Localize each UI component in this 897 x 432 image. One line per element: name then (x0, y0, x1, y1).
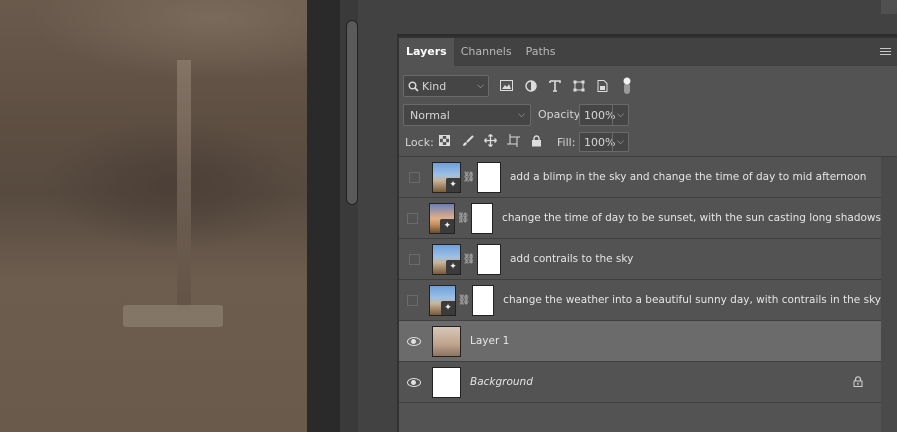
filter-type-layers-icon[interactable] (547, 78, 562, 93)
filter-pixel-layers-icon[interactable] (499, 78, 514, 93)
eye-icon[interactable] (407, 377, 421, 387)
blend-mode-dropdown[interactable]: Normal ⌵ (403, 104, 531, 126)
scrollbar-thumb[interactable] (346, 20, 358, 205)
upper-panel (397, 0, 897, 36)
layer-row[interactable]: ✦ ⛓ change the weather into a beautiful … (399, 280, 881, 321)
visibility-toggle[interactable] (399, 239, 429, 280)
layers-scrollbar[interactable] (881, 157, 897, 432)
link-chain-icon[interactable]: ⛓ (458, 295, 471, 306)
lock-all-icon[interactable] (529, 133, 544, 148)
panel-menu-icon[interactable] (880, 48, 891, 57)
visibility-toggle[interactable] (399, 280, 426, 321)
layer-name[interactable]: Layer 1 (470, 335, 509, 347)
visibility-toggle[interactable] (399, 362, 429, 403)
lock-position-icon[interactable] (483, 133, 498, 148)
opacity-field[interactable]: 100% ⌵ (579, 104, 629, 126)
generative-layer-icon: ✦ (446, 177, 460, 192)
fill-label: Fill: (557, 136, 576, 149)
canvas-image-region (40, 120, 307, 250)
generative-layer-icon: ✦ (441, 300, 456, 315)
layer-thumbnail[interactable]: ✦ (429, 284, 457, 316)
chevron-down-icon: ⌵ (518, 110, 525, 120)
layer-name[interactable]: change the time of day to be sunset, wit… (502, 212, 881, 224)
layer-row[interactable]: ✦ ⛓ add a blimp in the sky and change th… (399, 157, 881, 198)
visibility-toggle[interactable] (399, 198, 426, 239)
layer-mask-thumbnail[interactable] (477, 243, 501, 275)
opacity-value[interactable]: 100% (580, 109, 615, 122)
layer-name[interactable]: Background (470, 376, 533, 388)
lock-image-pixels-icon[interactable] (460, 133, 475, 148)
eye-icon[interactable] (407, 336, 421, 346)
filter-kind-dropdown[interactable]: Kind ⌵ (403, 75, 489, 97)
filter-shape-layers-icon[interactable] (571, 78, 586, 93)
layers-list: ✦ ⛓ add a blimp in the sky and change th… (399, 157, 881, 403)
layer-row-selected[interactable]: Layer 1 (399, 321, 881, 362)
generative-layer-icon: ✦ (446, 259, 460, 274)
layer-thumbnail[interactable]: ✦ (428, 202, 456, 234)
canvas-image-region (177, 60, 191, 310)
layer-thumbnail[interactable]: ✦ (432, 243, 461, 275)
link-chain-icon[interactable]: ⛓ (463, 254, 476, 265)
chevron-down-icon[interactable]: ⌵ (612, 105, 628, 125)
tab-channels[interactable]: Channels (454, 38, 519, 66)
lock-transparent-pixels-icon[interactable] (437, 133, 452, 148)
canvas-image-region (123, 305, 223, 327)
layers-panel: Layers Channels Paths Kind ⌵ Normal ⌵ Op… (399, 38, 897, 432)
upper-panel-scrollbar[interactable] (881, 0, 897, 14)
layer-row[interactable]: ✦ ⛓ add contrails to the sky (399, 239, 881, 280)
layer-mask-thumbnail[interactable] (472, 284, 495, 316)
layer-name[interactable]: change the weather into a beautiful sunn… (503, 294, 881, 306)
chevron-down-icon[interactable]: ⌵ (612, 133, 628, 151)
filter-kind-label: Kind (422, 79, 447, 93)
layer-thumbnail[interactable] (432, 366, 461, 398)
filter-smart-objects-icon[interactable] (595, 78, 610, 93)
layer-row[interactable]: ✦ ⛓ change the time of day to be sunset,… (399, 198, 881, 239)
link-chain-icon[interactable]: ⛓ (463, 172, 476, 183)
canvas-vertical-scrollbar[interactable] (340, 0, 358, 432)
fill-field[interactable]: 100% ⌵ (579, 132, 629, 152)
layer-mask-thumbnail[interactable] (477, 161, 501, 193)
panel-dock-strip (358, 0, 397, 432)
lock-icon[interactable] (853, 376, 863, 390)
layer-name[interactable]: add contrails to the sky (510, 253, 633, 265)
layer-mask-thumbnail[interactable] (471, 202, 494, 234)
document-canvas[interactable] (0, 0, 307, 432)
fill-value[interactable]: 100% (580, 136, 615, 149)
filter-toggle-icon[interactable] (619, 77, 634, 94)
filter-adjustment-layers-icon[interactable] (523, 78, 538, 93)
tab-paths[interactable]: Paths (519, 38, 563, 66)
canvas-gutter (307, 0, 340, 432)
layer-thumbnail[interactable]: ✦ (432, 161, 461, 193)
generative-layer-icon: ✦ (440, 218, 455, 233)
layer-thumbnail[interactable] (432, 325, 461, 357)
canvas-image-region (0, 0, 307, 90)
search-icon (408, 81, 419, 92)
chevron-down-icon: ⌵ (477, 81, 484, 91)
visibility-toggle[interactable] (399, 321, 429, 362)
tab-layers[interactable]: Layers (399, 38, 454, 66)
layer-name[interactable]: add a blimp in the sky and change the ti… (510, 171, 866, 183)
blend-mode-value: Normal (410, 108, 450, 122)
panel-tabs: Layers Channels Paths (399, 38, 897, 66)
visibility-toggle[interactable] (399, 157, 429, 198)
layer-row[interactable]: Background (399, 362, 881, 403)
lock-label: Lock: (405, 136, 434, 149)
link-chain-icon[interactable]: ⛓ (457, 213, 470, 224)
lock-artboard-icon[interactable] (506, 133, 521, 148)
opacity-label: Opacity: (538, 108, 584, 121)
